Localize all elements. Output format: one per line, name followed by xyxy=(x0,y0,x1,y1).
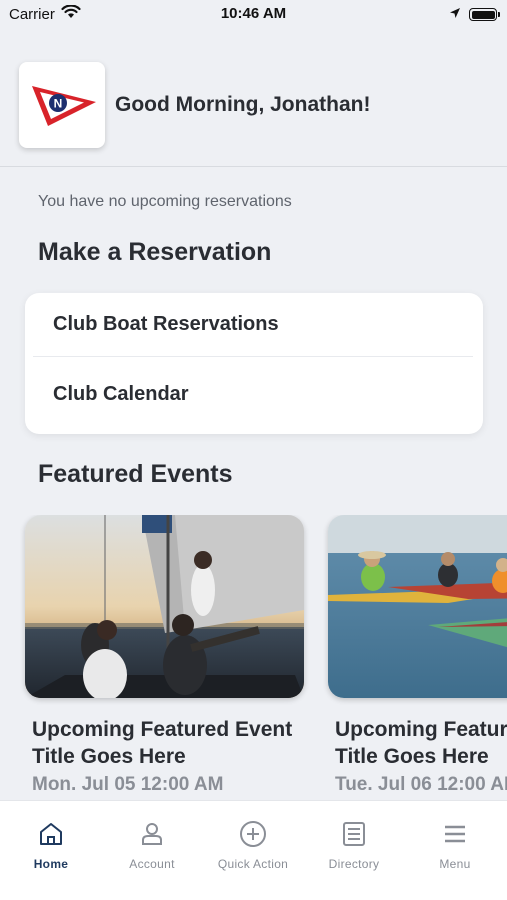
tab-menu[interactable]: Menu xyxy=(405,819,505,871)
status-bar: Carrier 10:46 AM xyxy=(0,0,507,28)
club-boat-reservations-link[interactable]: Club Boat Reservations xyxy=(53,313,279,336)
location-arrow-icon xyxy=(449,6,461,23)
club-logo[interactable]: N xyxy=(19,62,105,148)
status-right xyxy=(449,6,500,23)
event-date: Mon. Jul 05 12:00 AM xyxy=(32,774,224,795)
tab-account[interactable]: Account xyxy=(102,819,202,871)
club-calendar-link[interactable]: Club Calendar xyxy=(53,383,189,406)
event-card[interactable]: Upcoming Featured Event Title Goes Here … xyxy=(328,515,507,796)
header: N Good Morning, Jonathan! xyxy=(19,62,507,148)
make-reservation-title: Make a Reservation xyxy=(38,238,272,266)
svg-text:N: N xyxy=(54,97,63,111)
sailboat-sunset-photo xyxy=(25,515,304,698)
tab-quick-action[interactable]: Quick Action xyxy=(203,819,303,871)
tab-label: Menu xyxy=(439,857,471,871)
tab-label: Home xyxy=(33,857,69,871)
header-divider xyxy=(0,166,507,167)
hamburger-icon xyxy=(405,819,505,849)
list-document-icon xyxy=(304,819,404,849)
tab-label: Account xyxy=(129,857,175,871)
person-icon xyxy=(102,819,202,849)
tab-label: Quick Action xyxy=(217,857,289,871)
tab-home[interactable]: Home xyxy=(1,819,101,871)
battery-icon xyxy=(469,8,500,21)
burgee-icon: N xyxy=(32,86,96,126)
reservation-card: Club Boat Reservations Club Calendar xyxy=(25,293,483,434)
event-date: Tue. Jul 06 12:00 AM xyxy=(335,774,507,795)
featured-events-title: Featured Events xyxy=(38,460,233,488)
status-time: 10:46 AM xyxy=(220,5,287,22)
event-title: Upcoming Featured Event Title Goes Here xyxy=(32,718,293,768)
featured-events-carousel[interactable]: Upcoming Featured Event Title Goes Here … xyxy=(0,515,507,800)
plus-circle-icon xyxy=(203,819,303,849)
greeting: Good Morning, Jonathan! xyxy=(115,93,371,116)
tab-label: Directory xyxy=(328,857,380,871)
tab-directory[interactable]: Directory xyxy=(304,819,404,871)
event-title: Upcoming Featured Event Title Goes Here xyxy=(335,718,507,768)
tab-bar: Home Account Quick Action Directory Menu xyxy=(0,800,507,900)
home-icon xyxy=(1,819,101,849)
kayaks-on-water-photo xyxy=(328,515,507,698)
no-reservations-message: You have no upcoming reservations xyxy=(38,193,292,210)
reservation-divider xyxy=(33,356,473,357)
event-card[interactable]: Upcoming Featured Event Title Goes Here … xyxy=(25,515,305,796)
